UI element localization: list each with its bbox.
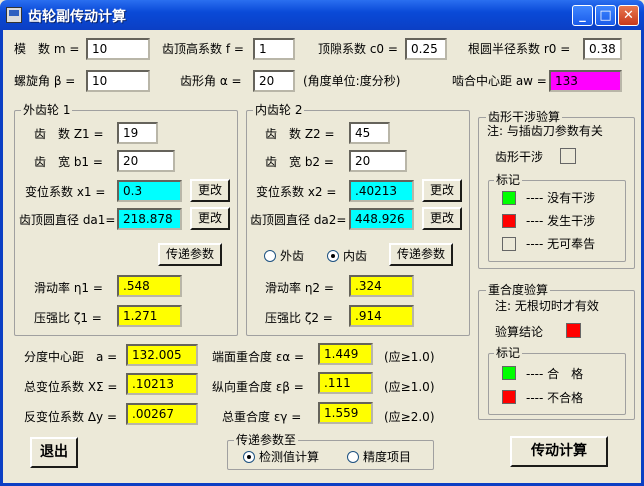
overlap-result-indicator [566,323,581,338]
center-distance-label: 啮合中心距 aw = [452,74,547,88]
gear2-pass-params-button[interactable]: 传递参数 [389,243,453,266]
total-overlap-req: (应≥2.0) [384,410,435,424]
gear2-external-label: 外齿 [280,249,305,263]
total-overlap-value: 1.559 [318,402,373,424]
gear2-internal-label: 内齿 [343,249,368,263]
legend-green-marker [502,191,516,205]
clearance-input[interactable]: 0.25 [405,38,447,60]
overlap-title: 重合度验算 [486,283,551,297]
overlap-legend-green-marker [502,366,516,380]
face-overlap-req: (应≥1.0) [384,350,435,364]
pass-to-precision-radio[interactable] [347,451,359,463]
root-radius-input[interactable]: 0.38 [583,38,622,60]
app-icon [6,7,22,23]
gear2-press-label: 压强比 ζ2 = [265,311,333,325]
gear1-tip-input[interactable]: 218.878 [117,208,182,230]
pitch-center-value: 132.005 [126,344,198,366]
helix-label: 螺旋角 β = [14,74,76,88]
pass-to-detect-radio[interactable] [243,451,255,463]
legend-red-marker [502,214,516,228]
gear1-pass-params-button[interactable]: 传递参数 [158,243,222,266]
gear1-width-input[interactable]: 20 [117,150,175,172]
overlap-legend-item: ---- 合 格 [526,367,584,381]
gear2-shift-change-button[interactable]: 更改 [422,179,462,202]
pitch-center-label: 分度中心距 a = [24,350,118,364]
gear2-title: 内齿轮 2 [253,103,305,117]
gear2-tip-change-button[interactable]: 更改 [422,207,462,230]
center-distance-input[interactable]: 133 [549,70,622,92]
sum-shift-value: .10213 [126,373,198,395]
interference-indicator [560,148,576,164]
minimize-button[interactable]: _ [572,5,593,26]
angle-unit-note: (角度单位:度分秒) [303,74,401,88]
gear2-slide-value: .324 [349,275,414,297]
addendum-label: 齿顶高系数 f = [162,42,244,56]
gear1-shift-label: 变位系数 x1 = [25,185,106,199]
gear1-teeth-input[interactable]: 19 [117,122,158,144]
gear2-internal-radio[interactable] [327,250,339,262]
gear2-external-radio[interactable] [264,250,276,262]
root-radius-label: 根圆半径系数 r0 = [468,42,571,56]
legend-gray-marker [502,237,516,251]
interference-legend-item: ---- 无可奉告 [526,237,596,251]
overlap-legend-title: 标记 [494,346,523,360]
gear1-press-label: 压强比 ζ1 = [34,311,102,325]
title-bar: 齿轮副传动计算 _ □ ✕ [0,0,644,30]
axial-overlap-req: (应≥1.0) [384,380,435,394]
gear2-shift-label: 变位系数 x2 = [256,185,337,199]
interference-legend-item: ---- 发生干涉 [526,214,596,228]
gear2-tip-label: 齿顶圆直径 da2= [250,213,347,227]
interference-check-label: 齿形干涉 [495,150,544,164]
maximize-button[interactable]: □ [595,5,616,26]
exit-button[interactable]: 退出 [30,437,78,468]
face-overlap-value: 1.449 [318,343,373,365]
interference-title: 齿形干涉验算 [486,110,563,124]
gear1-press-value: 1.271 [117,305,182,327]
profile-angle-label: 齿形角 α = [180,74,242,88]
gear2-press-value: .914 [349,305,414,327]
helix-input[interactable]: 10 [86,70,150,92]
gear2-width-input[interactable]: 20 [349,150,407,172]
axial-overlap-label: 纵向重合度 εβ = [212,380,304,394]
overlap-result-label: 验算结论 [495,325,544,339]
window-title: 齿轮副传动计算 [28,9,126,25]
interference-note: 注: 与插齿刀参数有关 [487,124,603,138]
close-button[interactable]: ✕ [618,5,639,26]
gear1-tip-change-button[interactable]: 更改 [190,207,230,230]
gear2-width-label: 齿 宽 b2 = [265,155,334,169]
overlap-note: 注: 无根切时才有效 [495,299,599,313]
sum-shift-label: 总变位系数 XΣ = [24,380,118,394]
gear2-slide-label: 滑动率 η2 = [265,281,334,295]
gear2-teeth-input[interactable]: 45 [349,122,390,144]
gear1-slide-label: 滑动率 η1 = [34,281,103,295]
face-overlap-label: 端面重合度 εα = [212,350,305,364]
gear2-teeth-label: 齿 数 Z2 = [265,127,335,141]
compute-button[interactable]: 传动计算 [510,436,608,467]
gear1-title: 外齿轮 1 [21,103,73,117]
overlap-legend-red-marker [502,390,516,404]
axial-overlap-value: .111 [318,372,373,394]
module-input[interactable]: 10 [86,38,150,60]
interference-legend-item: ---- 没有干涉 [526,191,596,205]
pass-to-title: 传递参数至 [234,433,299,447]
pass-to-precision-label: 精度项目 [363,450,412,464]
gear1-shift-change-button[interactable]: 更改 [190,179,230,202]
profile-angle-input[interactable]: 20 [253,70,295,92]
clearance-label: 顶隙系数 c0 = [318,42,398,56]
gear1-teeth-label: 齿 数 Z1 = [34,127,104,141]
gear2-shift-input[interactable]: .40213 [349,180,414,202]
total-overlap-label: 总重合度 εγ = [222,410,302,424]
pass-to-detect-label: 检测值计算 [259,450,320,464]
addendum-input[interactable]: 1 [253,38,295,60]
back-shift-label: 反变位系数 Δy = [24,410,117,424]
gear1-width-label: 齿 宽 b1 = [34,155,103,169]
back-shift-value: .00267 [126,403,198,425]
module-label: 模 数 m = [14,42,80,56]
gear1-slide-value: .548 [117,275,182,297]
gear1-shift-input[interactable]: 0.3 [117,180,182,202]
gear2-tip-input[interactable]: 448.926 [349,208,414,230]
overlap-legend-item: ---- 不合格 [526,391,584,405]
interference-legend-title: 标记 [494,173,523,187]
gear1-tip-label: 齿顶圆直径 da1= [19,213,116,227]
